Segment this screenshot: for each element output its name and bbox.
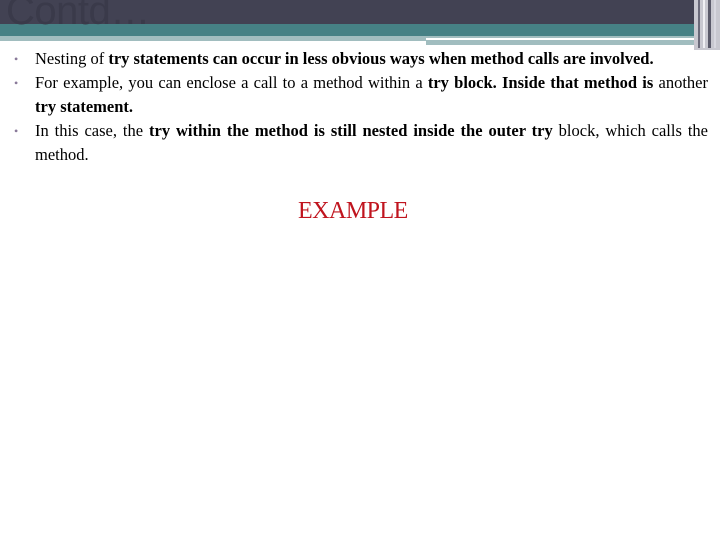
bullet-dot-icon: • bbox=[14, 52, 19, 66]
bold-text-run: try statement. bbox=[35, 97, 134, 116]
bullet-text: In this case, the try within the method … bbox=[35, 121, 708, 164]
bullet-item: • For example, you can enclose a call to … bbox=[14, 71, 708, 119]
bold-text-run: try within the method is still nested in… bbox=[149, 121, 553, 140]
bold-text-run: try statements can occur in less obvious… bbox=[108, 49, 654, 68]
text-run: In this case, the bbox=[35, 121, 150, 140]
text-run: Nesting of bbox=[35, 49, 109, 68]
header-vertical-line bbox=[714, 0, 716, 48]
header-vertical-line bbox=[698, 0, 700, 48]
bullet-dot-icon: • bbox=[14, 124, 19, 138]
example-label: EXAMPLE bbox=[298, 198, 408, 224]
bullet-list: • Nesting of try statements can occur in … bbox=[14, 47, 708, 167]
header-light-band-lower bbox=[426, 41, 720, 45]
text-run: For example, you can enclose a call to a… bbox=[35, 73, 428, 92]
bullet-item: • In this case, the try within the method… bbox=[14, 119, 708, 167]
header-vertical-line bbox=[703, 0, 705, 48]
bullet-dot-icon: • bbox=[14, 76, 19, 90]
slide-title: Contd… bbox=[6, 0, 150, 33]
bold-text-run: try block. Inside that method is bbox=[427, 73, 659, 92]
title-clip: Contd… bbox=[0, 0, 300, 41]
bullet-text: For example, you can enclose a call to a… bbox=[35, 73, 708, 116]
header-vertical-line bbox=[708, 0, 711, 48]
bullet-item: • Nesting of try statements can occur in … bbox=[14, 47, 708, 71]
header-white-strip bbox=[426, 38, 706, 40]
bullet-text: Nesting of try statements can occur in l… bbox=[35, 49, 654, 68]
text-run: another bbox=[658, 73, 708, 92]
